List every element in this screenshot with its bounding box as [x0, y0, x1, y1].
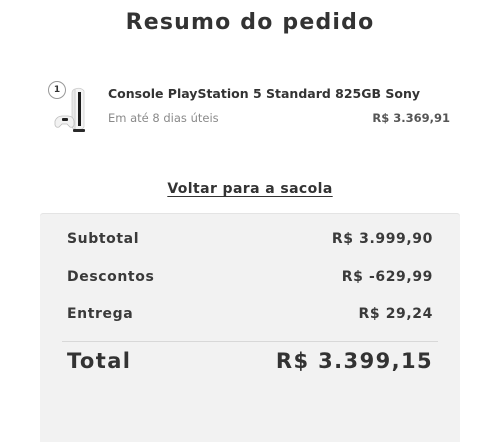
- shipping-value: R$ 29,24: [358, 306, 433, 322]
- back-to-bag-link[interactable]: Voltar para a sacola: [167, 181, 332, 197]
- shipping-label: Entrega: [67, 306, 134, 322]
- total-label: Total: [67, 349, 132, 373]
- subtotal-value: R$ 3.999,90: [331, 231, 433, 247]
- back-link-container: Voltar para a sacola: [0, 178, 500, 197]
- total-row: Total R$ 3.399,15: [67, 349, 433, 373]
- product-name[interactable]: Console PlayStation 5 Standard 825GB Son…: [108, 86, 420, 101]
- discounts-label: Descontos: [67, 269, 155, 285]
- item-price: R$ 3.369,91: [372, 111, 450, 125]
- quantity-badge: 1: [48, 81, 66, 99]
- subtotal-label: Subtotal: [67, 231, 140, 247]
- discounts-row: Descontos R$ -629,99: [67, 269, 433, 285]
- subtotal-row: Subtotal R$ 3.999,90: [67, 231, 433, 247]
- discounts-value: R$ -629,99: [341, 269, 433, 285]
- shipping-row: Entrega R$ 29,24: [67, 306, 433, 322]
- total-value: R$ 3.399,15: [275, 349, 433, 373]
- order-summary-page: Resumo do pedido 1 Console PlayStation 5…: [0, 0, 500, 442]
- delivery-estimate: Em até 8 dias úteis: [108, 111, 219, 125]
- cart-item: 1 Console PlayStation 5 Standard 825GB S…: [48, 78, 458, 138]
- price-summary-panel: Subtotal R$ 3.999,90 Descontos R$ -629,9…: [40, 214, 460, 442]
- summary-divider: [62, 341, 438, 342]
- page-title: Resumo do pedido: [125, 10, 375, 35]
